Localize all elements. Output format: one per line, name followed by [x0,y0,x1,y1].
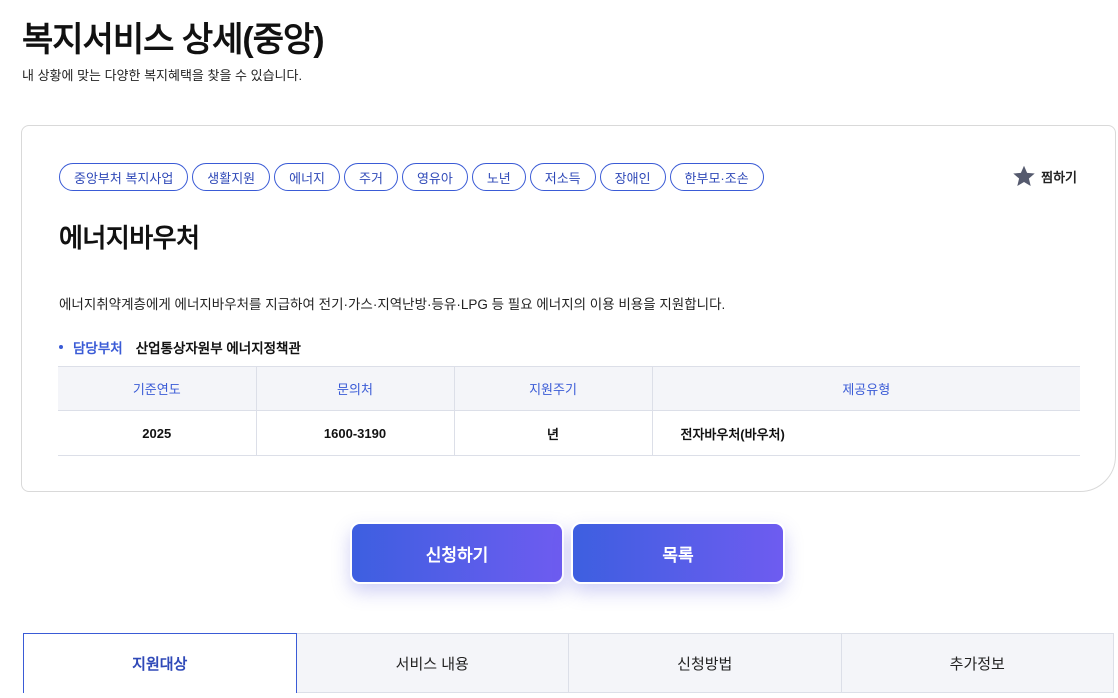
bullet-icon [59,345,63,349]
tab-eligibility[interactable]: 지원대상 [23,633,297,693]
tag[interactable]: 에너지 [274,163,341,191]
tab-additional-info[interactable]: 추가정보 [841,633,1114,693]
list-button[interactable]: 목록 [571,522,785,584]
tag[interactable]: 생활지원 [192,163,271,191]
favorite-button[interactable]: 찜하기 [1012,164,1077,188]
department-label: 담당부처 [73,341,123,356]
department-info: 담당부처 산업통상자원부 에너지정책관 [59,337,301,357]
tab-application-method[interactable]: 신청방법 [569,633,842,693]
table-header-row: 기준연도 문의처 지원주기 제공유형 [58,366,1080,411]
tag[interactable]: 한부모·조손 [669,163,764,191]
apply-button[interactable]: 신청하기 [350,522,564,584]
table-cell: 전자바우처(바우처) [652,410,1080,456]
page-title: 복지서비스 상세(중앙) [22,21,325,59]
department-value: 산업통상자원부 에너지정책관 [135,341,301,356]
table-row: 2025 1600-3190 년 전자바우처(바우처) [58,410,1080,456]
table-cell: 년 [454,410,653,456]
column-header: 제공유형 [652,366,1080,411]
detail-tabs: 지원대상 서비스 내용 신청방법 추가정보 [23,633,1114,693]
tag[interactable]: 노년 [471,163,526,191]
column-header: 문의처 [256,366,455,411]
column-header: 기준연도 [58,366,257,411]
tag[interactable]: 장애인 [599,163,666,191]
tag-list: 중앙부처 복지사업 생활지원 에너지 주거 영유아 노년 저소득 장애인 한부모… [59,163,764,191]
table-cell: 1600-3190 [256,410,455,456]
page-subtitle: 내 상황에 맞는 다양한 복지혜택을 찾을 수 있습니다. [22,68,303,83]
tag[interactable]: 중앙부처 복지사업 [59,163,189,191]
service-detail-card: 중앙부처 복지사업 생활지원 에너지 주거 영유아 노년 저소득 장애인 한부모… [21,125,1116,492]
tag[interactable]: 영유아 [401,163,468,191]
tab-service-content[interactable]: 서비스 내용 [296,633,569,693]
tag[interactable]: 주거 [344,163,398,191]
column-header: 지원주기 [454,366,653,411]
service-info-table: 기준연도 문의처 지원주기 제공유형 2025 1600-3190 년 전자바우… [58,366,1080,456]
service-title: 에너지바우처 [59,223,200,253]
favorite-label: 찜하기 [1041,169,1077,185]
table-cell: 2025 [58,410,257,456]
tag[interactable]: 저소득 [529,163,596,191]
star-icon [1012,164,1036,188]
service-description: 에너지취약계층에게 에너지바우처를 지급하여 전기·가스·지역난방·등유·LPG… [59,297,726,312]
